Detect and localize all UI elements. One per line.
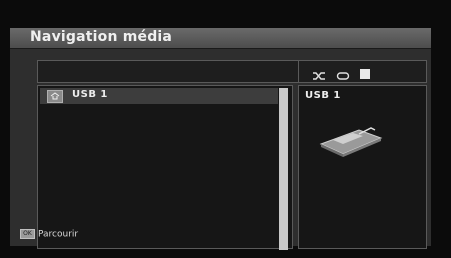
scrollbar[interactable] <box>279 88 288 250</box>
footer-hint-label: Parcourir <box>38 229 79 240</box>
playback-controls <box>298 60 427 83</box>
shuffle-icon[interactable] <box>312 66 326 80</box>
usb-folder-icon <box>47 90 63 103</box>
list-header <box>37 60 299 83</box>
title-bar: Navigation média <box>10 28 431 49</box>
repeat-icon[interactable] <box>336 66 350 80</box>
list-item-label: USB 1 <box>72 89 108 100</box>
page-title: Navigation média <box>30 29 173 45</box>
media-browser-panel: Navigation média USB 1 USB 1 <box>10 28 431 250</box>
device-label: USB 1 <box>305 90 341 101</box>
footer-hint: OK Parcourir <box>20 229 78 240</box>
usb-device-icon <box>319 124 383 162</box>
file-list: USB 1 <box>37 85 293 249</box>
info-panel: USB 1 <box>298 85 427 249</box>
list-item-usb1[interactable]: USB 1 <box>40 88 278 104</box>
scroll-thumb[interactable] <box>279 88 288 250</box>
stop-icon[interactable] <box>359 65 371 79</box>
ok-key-icon: OK <box>20 229 35 239</box>
